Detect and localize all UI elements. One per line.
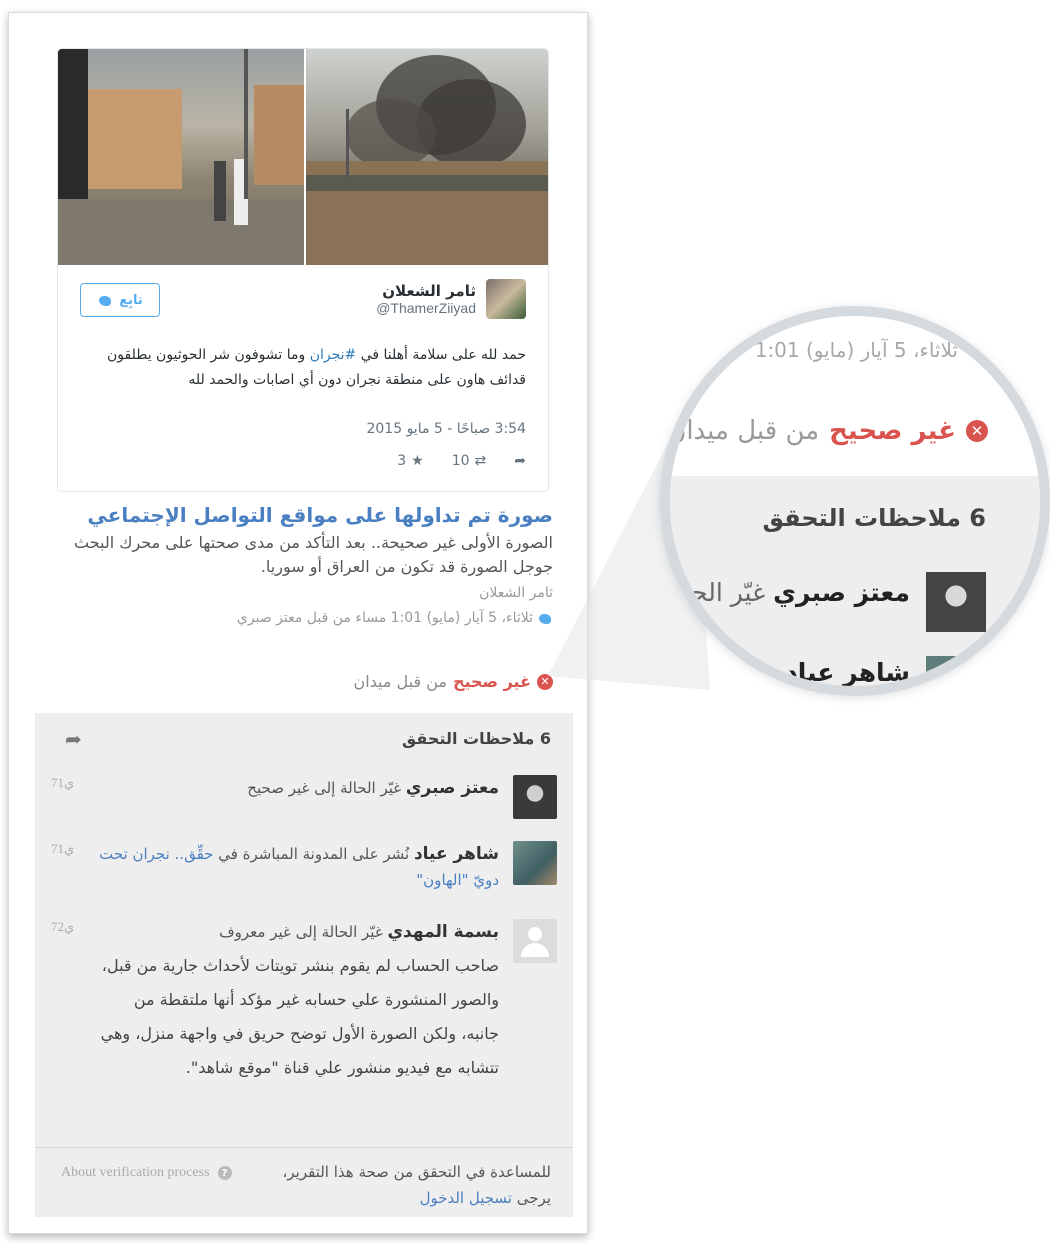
false-status-icon: ✕ — [537, 673, 553, 690]
tweet-text: حمد لله على سلامة أهلنا في #نجران وما تش… — [106, 343, 526, 393]
tweet-photo-street[interactable] — [58, 49, 304, 265]
tweet-timestamp[interactable]: 3:54 صباحًا - 5 مايو 2015 — [366, 421, 526, 437]
magnified-note-author: معتز صبري — [773, 578, 910, 607]
magnified-avatar — [926, 572, 986, 632]
report-panel: تابِع ثامر الشعلان @ThamerZiiyad حمد لله… — [8, 12, 588, 1234]
magnified-notes-heading: 6 ملاحظات التحقق — [762, 504, 986, 532]
favorite-count: 3 — [397, 453, 407, 469]
item-meta-text: ثلاثاء، 5 آيار (مايو) 1:01 مساء من قبل م… — [236, 610, 533, 626]
default-avatar-body — [521, 943, 549, 957]
note-comment: صاحب الحساب لم يقوم بنشر تويتات لأحداث ج… — [100, 956, 499, 1077]
note-time: 72ي — [51, 919, 75, 934]
twitter-bird-icon — [97, 294, 113, 307]
twitter-bird-icon — [537, 612, 553, 625]
reply-icon: ➦ — [514, 453, 526, 469]
author-handle[interactable]: @ThamerZiiyad — [376, 300, 476, 316]
note-author[interactable]: معتز صبري — [406, 778, 499, 798]
share-icon[interactable]: ➦ — [65, 727, 82, 751]
tweet-photo-explosion[interactable] — [304, 49, 548, 265]
note-time: 71ي — [51, 775, 75, 790]
author-avatar[interactable] — [486, 279, 526, 319]
note-item: شاهر عياد نُشر على المدونة المباشرة في ح… — [51, 841, 557, 901]
follow-label: تابِع — [119, 292, 143, 308]
verification-notes: 6 ملاحظات التحقق ➦ معتز صبري غيّر الحالة… — [35, 713, 573, 1217]
embedded-tweet: تابِع ثامر الشعلان @ThamerZiiyad حمد لله… — [57, 48, 549, 492]
status-by: من قبل ميدان — [353, 672, 447, 691]
item-author: ثامر الشعلان — [479, 585, 553, 601]
status-label: غير صحيح — [452, 672, 531, 691]
retweet-icon: ⇄ — [474, 453, 487, 469]
author-name[interactable]: ثامر الشعلان — [376, 282, 476, 300]
avatar[interactable] — [513, 775, 557, 819]
tweet-media — [58, 49, 548, 265]
note-action: غيّر الحالة إلى غير صحيح — [247, 779, 402, 797]
note-author[interactable]: شاهر عياد — [414, 844, 499, 864]
magnified-note-2-author: شاهر عياد — [784, 658, 910, 687]
magnified-status-label: غير صحيح — [829, 416, 956, 446]
status-line: ✕ غير صحيح من قبل ميدان — [353, 672, 553, 691]
author-names: ثامر الشعلان @ThamerZiiyad — [376, 282, 476, 316]
follow-button[interactable]: تابِع — [80, 283, 160, 317]
tweet-text-start: حمد لله على سلامة أهلنا في — [356, 347, 526, 363]
avatar[interactable] — [513, 841, 557, 885]
login-prompt: للمساعدة في التحقق من صحة هذا التقرير، ي… — [281, 1159, 551, 1211]
note-time: 71ي — [51, 841, 75, 856]
item-description: الصورة الأولى غير صحيحة.. بعد التأكد من … — [74, 533, 553, 576]
default-avatar-head — [528, 927, 542, 941]
note-item: معتز صبري غيّر الحالة إلى غير صحيح 71ي — [51, 775, 557, 825]
report-content: تابِع ثامر الشعلان @ThamerZiiyad حمد لله… — [35, 13, 573, 1233]
star-icon: ★ — [411, 453, 424, 469]
note-action: نُشر على المدونة المباشرة في — [213, 845, 410, 863]
help-icon: ? — [217, 1166, 232, 1180]
magnified-status: ✕ غير صحيح من قبل ميدان — [667, 416, 988, 446]
note-action: غيّر الحالة إلى غير معروف — [219, 923, 383, 941]
item-meta: ثلاثاء، 5 آيار (مايو) 1:01 مساء من قبل م… — [237, 610, 553, 626]
notes-heading: 6 ملاحظات التحقق — [401, 729, 551, 748]
magnified-status-by: من قبل ميدان — [667, 416, 820, 446]
false-status-icon: ✕ — [966, 420, 988, 442]
tweet-actions: ➦ ⇄ 10 ★ 3 — [397, 453, 526, 469]
about-verification[interactable]: About verification process ? — [61, 1165, 232, 1181]
note-body: بسمة المهدي غيّر الحالة إلى غير معروف صا… — [99, 919, 499, 1085]
retweet-count: 10 — [451, 453, 470, 469]
magnified-note: معتز صبري غيّر الحالة — [663, 578, 910, 607]
item-title[interactable]: صورة تم تداولها على مواقع التواصل الإجتم… — [87, 503, 553, 527]
reply-button[interactable]: ➦ — [514, 453, 526, 469]
note-body: معتز صبري غيّر الحالة إلى غير صحيح — [99, 775, 499, 801]
note-item: بسمة المهدي غيّر الحالة إلى غير معروف صا… — [51, 919, 557, 1129]
magnifier-callout: ثلاثاء، 5 آيار (مايو) 1:01 ✕ غير صحيح من… — [660, 306, 1050, 696]
magnified-meta: ثلاثاء، 5 آيار (مايو) 1:01 — [754, 338, 958, 362]
tweet-header: ثامر الشعلان @ThamerZiiyad — [376, 279, 526, 319]
note-author[interactable]: بسمة المهدي — [387, 922, 499, 942]
about-verification-label: About verification process — [61, 1165, 210, 1180]
magnified-avatar-2 — [926, 656, 986, 686]
login-link[interactable]: تسجيل الدخول — [420, 1189, 512, 1207]
tweet-hashtag[interactable]: #نجران — [310, 347, 357, 363]
retweet-button[interactable]: ⇄ 10 — [452, 453, 487, 469]
favorite-button[interactable]: ★ 3 — [397, 453, 423, 469]
divider — [35, 1147, 573, 1148]
avatar[interactable] — [513, 919, 557, 963]
magnified-note-action: غيّر الحالة — [663, 578, 766, 607]
note-body: شاهر عياد نُشر على المدونة المباشرة في ح… — [99, 841, 499, 893]
